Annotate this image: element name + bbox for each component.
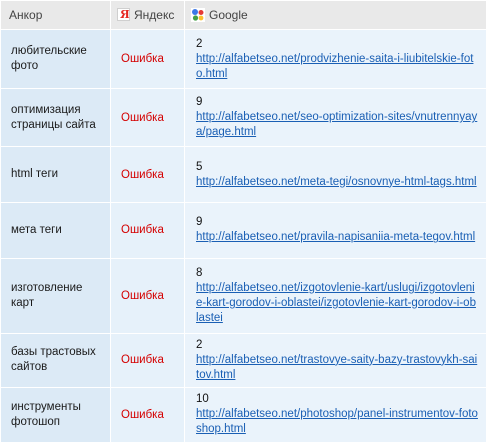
google-icon (191, 8, 205, 22)
header-anchor: Анкор (0, 0, 111, 30)
google-cell: 10 http://alfabetseo.net/photoshop/panel-… (184, 386, 486, 443)
yandex-status: Ошибка (110, 202, 185, 259)
anchor-cell: мета теги (0, 202, 111, 259)
anchor-cell: оптимизация страницы сайта (0, 88, 111, 147)
table-row: изготовление карт Ошибка 8 http://alfabetse… (0, 257, 486, 335)
table-row: оптимизация страницы сайта Ошибка 9 http://… (0, 88, 486, 147)
header-google: Google (184, 0, 486, 30)
google-position: 9 (196, 96, 203, 109)
table-header-row: Анкор Я Яндекс Google (0, 0, 486, 30)
google-url-link[interactable]: http://alfabetseo.net/izgotovlenie-kart/… (196, 281, 478, 326)
google-url-link[interactable]: http://alfabetseo.net/meta-tegi/osnovnye… (196, 175, 478, 190)
anchor-cell: html теги (0, 145, 111, 204)
google-cell: 9 http://alfabetseo.net/pravila-napisanii… (184, 202, 486, 259)
table-row: любительские фото Ошибка 2 http://alfabetse… (0, 28, 486, 90)
anchor-cell: базы трастовых сайтов (0, 333, 111, 388)
yandex-status: Ошибка (110, 386, 185, 443)
anchor-cell: изготовление карт (0, 257, 111, 335)
google-url-link[interactable]: http://alfabetseo.net/photoshop/panel-in… (196, 407, 478, 437)
google-position: 8 (196, 266, 203, 279)
table-row: базы трастовых сайтов Ошибка 2 http://alfab… (0, 333, 486, 388)
yandex-icon: Я (117, 8, 130, 21)
yandex-status: Ошибка (110, 145, 185, 204)
table-row: инструменты фотошоп Ошибка 10 http://alfabe… (0, 386, 486, 443)
google-position: 5 (196, 160, 203, 173)
table-row: html теги Ошибка 5 http://alfabetseo.net/me… (0, 145, 486, 204)
yandex-status: Ошибка (110, 257, 185, 335)
google-position: 9 (196, 216, 203, 229)
positions-table: Анкор Я Яндекс Google любительские фото Ош… (0, 0, 486, 443)
google-position: 10 (196, 393, 209, 406)
google-cell: 9 http://alfabetseo.net/seo-optimization-… (184, 88, 486, 147)
anchor-cell: любительские фото (0, 28, 111, 90)
google-url-link[interactable]: http://alfabetseo.net/prodvizhenie-saita… (196, 52, 478, 82)
google-url-link[interactable]: http://alfabetseo.net/pravila-napisaniia… (196, 230, 478, 245)
yandex-status: Ошибка (110, 28, 185, 90)
header-yandex-label: Яндекс (134, 8, 175, 22)
google-cell: 2 http://alfabetseo.net/trastovye-saity-b… (184, 333, 486, 388)
yandex-status: Ошибка (110, 88, 185, 147)
google-url-link[interactable]: http://alfabetseo.net/trastovye-saity-ba… (196, 353, 478, 383)
header-google-label: Google (209, 8, 248, 22)
header-yandex: Я Яндекс (110, 0, 185, 30)
google-cell: 8 http://alfabetseo.net/izgotovlenie-kart… (184, 257, 486, 335)
google-url-link[interactable]: http://alfabetseo.net/seo-optimization-s… (196, 110, 478, 140)
anchor-cell: инструменты фотошоп (0, 386, 111, 443)
google-position: 2 (196, 338, 203, 351)
google-cell: 5 http://alfabetseo.net/meta-tegi/osnovny… (184, 145, 486, 204)
google-position: 2 (196, 37, 203, 50)
yandex-status: Ошибка (110, 333, 185, 388)
table-row: мета теги Ошибка 9 http://alfabetseo.net/pr… (0, 202, 486, 259)
google-cell: 2 http://alfabetseo.net/prodvizhenie-sait… (184, 28, 486, 90)
